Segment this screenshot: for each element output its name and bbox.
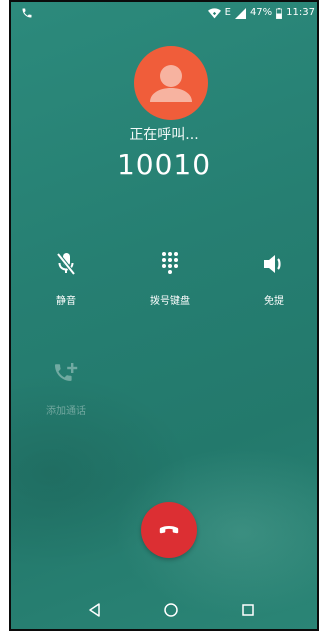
status-bar: E 47% 11:37	[11, 2, 317, 24]
call-screen: E 47% 11:37 正在呼叫... 10010 静音 拨号键盘 免提 添加通…	[9, 0, 319, 631]
back-icon[interactable]	[85, 600, 105, 620]
navigation-bar	[11, 594, 317, 624]
add-call-button[interactable]: 添加通话	[26, 360, 106, 417]
contact-avatar	[134, 46, 208, 120]
phone-number: 10010	[116, 148, 212, 181]
add-call-icon	[55, 363, 78, 381]
mute-label: 静音	[56, 296, 76, 307]
dialpad-icon	[162, 252, 178, 274]
wifi-icon	[207, 7, 221, 18]
speaker-label: 免提	[264, 296, 284, 307]
status-indicators: E 47% 11:37	[207, 7, 315, 19]
clock: 11:37	[286, 7, 315, 18]
home-icon[interactable]	[161, 600, 181, 620]
speaker-icon	[264, 255, 281, 273]
add-call-label: 添加通话	[46, 406, 86, 417]
battery-percent: 47%	[249, 7, 273, 18]
phone-icon	[22, 8, 32, 18]
dialpad-label: 拨号键盘	[150, 296, 190, 307]
recents-icon[interactable]	[238, 600, 258, 620]
battery-icon	[276, 7, 283, 19]
mute-button[interactable]: 静音	[26, 250, 106, 307]
mic-off-icon	[56, 252, 76, 276]
signal-icon	[234, 7, 246, 19]
end-call-icon	[159, 526, 179, 534]
network-type: E	[224, 7, 231, 18]
dialpad-button[interactable]: 拨号键盘	[130, 250, 210, 307]
end-call-button[interactable]	[141, 502, 197, 558]
speaker-button[interactable]: 免提	[234, 250, 314, 307]
person-icon	[150, 65, 192, 102]
call-status: 正在呼叫...	[129, 127, 199, 143]
